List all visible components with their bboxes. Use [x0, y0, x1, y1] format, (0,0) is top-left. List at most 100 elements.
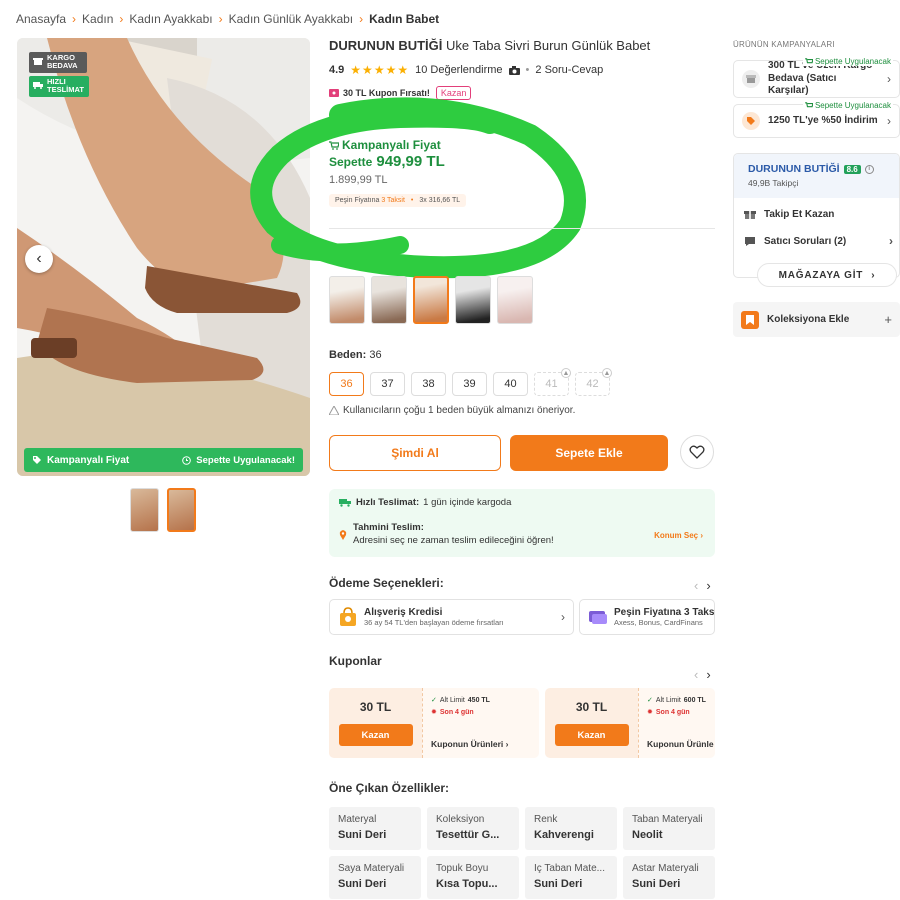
bell-icon: ▲	[602, 368, 612, 378]
info-icon[interactable]: i	[864, 164, 874, 174]
size-option[interactable]: 39	[452, 372, 487, 396]
campaign-tag: Sepette Uygulanacak	[802, 101, 893, 110]
installment-info[interactable]: Peşin Fiyatına 3 Taksit • 3x 316,66 TL	[329, 194, 467, 207]
select-location-link[interactable]: Konum Seç ›	[654, 531, 703, 540]
installment-multiplier: 3x	[419, 197, 427, 204]
coupon-opportunity-text: 30 TL Kupon Fırsatı!	[343, 88, 430, 98]
size-option-unavailable[interactable]: 42 ▲	[575, 368, 612, 396]
image-thumbnail-active[interactable]	[167, 488, 196, 532]
coupon-limit-label: Alt Limit	[439, 696, 465, 704]
feature-item: Koleksiyon Tesettür G...	[427, 807, 519, 850]
add-to-collection-button[interactable]: Koleksiyona Ekle +	[733, 302, 900, 337]
check-icon: ✓	[647, 697, 653, 704]
chevron-right-icon[interactable]: ›	[706, 667, 710, 682]
product-main-image[interactable]: KARGO BEDAVA HIZLI TESLİMAT ‹ Kampanyalı…	[17, 38, 310, 476]
feature-value: Neolit	[632, 829, 663, 841]
qa-link[interactable]: 2 Soru-Cevap	[535, 64, 603, 76]
buy-now-button[interactable]: Şimdi Al	[329, 435, 501, 471]
seller-card: DURUNUN BUTİĞİ 8.6 i 49,9B Takipçi Takip…	[733, 153, 900, 278]
coupon-limit: ✓ Alt Limit 600 TL	[647, 696, 707, 705]
campaign-price-bar: Kampanyalı Fiyat Sepette Uygulanacak!	[24, 448, 303, 472]
alarm-icon: ✹	[431, 709, 437, 716]
size-option[interactable]: 38	[411, 372, 446, 396]
coupon-limit-label: Alt Limit	[655, 696, 681, 704]
campaign-card[interactable]: Sepette Uygulanacak 1250 TL'ye %50 İndir…	[733, 101, 900, 138]
payment-option-subtitle: 36 ay 54 TL'den başlayan ödeme fırsatlar…	[364, 618, 504, 627]
payment-carousel-arrows: ‹ ›	[694, 578, 711, 593]
coupon-kazan-button[interactable]: Kazan	[338, 724, 413, 746]
size-option-label: 41	[545, 378, 558, 390]
feature-key: Materyal	[338, 814, 377, 825]
original-price: 1.899,99 TL	[329, 174, 388, 186]
payment-option-card[interactable]: Alışveriş Kredisi 36 ay 54 TL'den başlay…	[329, 599, 574, 635]
color-variants	[329, 276, 533, 324]
coupon-carousel-arrows: ‹ ›	[694, 667, 711, 682]
breadcrumb-item-home[interactable]: Anasayfa	[16, 12, 66, 26]
breadcrumb-item-women[interactable]: Kadın	[82, 12, 113, 26]
coupon-opportunity[interactable]: 30 TL Kupon Fırsatı! Kazan	[329, 86, 472, 100]
chevron-right-icon[interactable]: ›	[706, 578, 710, 593]
coupons-title: Kuponlar	[329, 654, 382, 668]
image-prev-button[interactable]: ‹	[25, 245, 53, 273]
check-icon: ✓	[431, 697, 437, 704]
feature-item: Saya Materyali Suni Deri	[329, 856, 421, 899]
add-to-cart-button[interactable]: Sepete Ekle	[510, 435, 668, 471]
size-option[interactable]: 36	[329, 372, 364, 396]
chevron-left-icon[interactable]: ‹	[694, 578, 698, 593]
seller-questions-label: Satıcı Soruları (2)	[764, 235, 847, 247]
camera-icon	[508, 65, 520, 75]
bell-icon: ▲	[561, 368, 571, 378]
color-variant[interactable]	[497, 276, 533, 324]
truck-icon	[33, 81, 43, 89]
follow-earn-row[interactable]: Takip Et Kazan	[744, 208, 893, 220]
box-icon	[33, 57, 43, 65]
breadcrumb-item-women-shoes[interactable]: Kadın Ayakkabı	[129, 12, 212, 26]
coupon-products-link[interactable]: Kuponun Ürünle	[647, 739, 714, 749]
campaign-card[interactable]: Sepette Uygulanacak 300 TL ve Üzeri Karg…	[733, 57, 900, 98]
reviews-link[interactable]: 10 Değerlendirme	[415, 64, 502, 76]
seller-questions-row[interactable]: Satıcı Soruları (2) ›	[744, 234, 893, 248]
favorite-button[interactable]	[680, 435, 714, 469]
size-option[interactable]: 40	[493, 372, 528, 396]
chevron-left-icon[interactable]: ‹	[694, 667, 698, 682]
feature-key: Saya Materyali	[338, 863, 405, 874]
select-location-label: Konum Seç	[654, 531, 699, 540]
chat-icon	[744, 236, 756, 247]
features-grid: Materyal Suni Deri Koleksiyon Tesettür G..…	[329, 807, 715, 899]
go-to-store-button[interactable]: MAĞAZAYA GİT ›	[757, 263, 897, 287]
feature-key: Renk	[534, 814, 558, 825]
feature-item: Taban Materyali Neolit	[623, 807, 715, 850]
product-brand[interactable]: DURUNUN BUTİĞİ	[329, 38, 442, 53]
color-variant[interactable]	[329, 276, 365, 324]
seller-name[interactable]: DURUNUN BUTİĞİ	[748, 163, 840, 175]
size-option[interactable]: 37	[370, 372, 405, 396]
coupon-kazan-button[interactable]: Kazan	[435, 86, 472, 100]
color-variant-selected[interactable]	[413, 276, 449, 324]
chevron-right-icon: ›	[359, 12, 364, 26]
feature-item: Renk Kahverengi	[525, 807, 617, 850]
basket-word: Sepette	[329, 155, 373, 169]
estimated-delivery-title: Tahmini Teslim:	[353, 522, 424, 533]
delivery-info: Hızlı Teslimat: 1 gün içinde kargoda Tah…	[329, 489, 715, 557]
coupon-products-link[interactable]: Kuponun Ürünleri ›	[431, 739, 508, 749]
coupon-card: 30 TL Kazan ✓ Alt Limit 600 TL ✹ Son 4 g…	[545, 688, 715, 758]
chevron-right-icon: ›	[72, 12, 77, 26]
chevron-right-icon: ›	[889, 234, 893, 248]
payment-option-card[interactable]: Peşin Fiyatına 3 Taks Axess, Bonus, Card…	[579, 599, 715, 635]
breadcrumb-item-casual-shoes[interactable]: Kadın Günlük Ayakkabı	[229, 12, 354, 26]
free-cargo-badge: KARGO BEDAVA	[29, 52, 87, 73]
color-variant[interactable]	[371, 276, 407, 324]
feature-key: İç Taban Mate...	[534, 863, 605, 874]
coupon-expiry: ✹ Son 4 gün	[647, 708, 707, 717]
size-option-label: 42	[586, 378, 599, 390]
chevron-right-icon: ›	[871, 269, 876, 281]
cart-icon	[805, 58, 813, 65]
color-variant[interactable]	[455, 276, 491, 324]
size-option-unavailable[interactable]: 41 ▲	[534, 368, 571, 396]
image-thumbnail[interactable]	[130, 488, 159, 532]
coupon-kazan-button[interactable]: Kazan	[554, 724, 629, 746]
campaign-tag: Sepette Uygulanacak	[802, 57, 893, 66]
estimated-delivery-text: Adresini seç ne zaman teslim edileceğini…	[353, 535, 554, 546]
size-recommendation: Kullanıcıların çoğu 1 beden büyük almanı…	[329, 405, 575, 416]
campaign-tag-text: Sepette Uygulanacak	[814, 101, 891, 110]
